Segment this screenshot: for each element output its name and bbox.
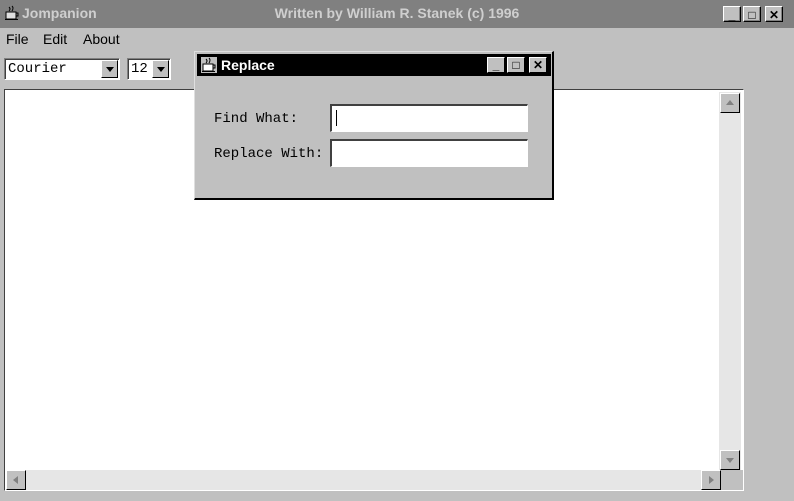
- dialog-maximize-button[interactable]: □: [507, 57, 525, 73]
- minimize-button[interactable]: _: [723, 6, 741, 22]
- dialog-titlebar[interactable]: Replace _ □ ✕: [197, 54, 551, 76]
- chevron-down-icon[interactable]: [101, 60, 118, 78]
- replace-dialog: Replace _ □ ✕ Find What: Replace With:: [194, 51, 554, 200]
- font-size-value: 12: [131, 61, 148, 77]
- scrollbar-corner: [721, 470, 743, 490]
- menu-bar: File Edit About: [0, 28, 794, 50]
- replace-with-input[interactable]: [330, 139, 528, 167]
- scroll-down-icon[interactable]: [720, 450, 740, 470]
- vertical-scrollbar[interactable]: [719, 92, 741, 470]
- text-caret: [336, 110, 337, 126]
- chevron-down-icon[interactable]: [152, 60, 169, 78]
- close-button[interactable]: ✕: [765, 6, 783, 22]
- font-family-value: Courier: [8, 61, 67, 77]
- scroll-up-icon[interactable]: [720, 93, 740, 113]
- find-what-input[interactable]: [330, 104, 528, 132]
- horizontal-scrollbar[interactable]: [6, 470, 721, 490]
- dialog-title: Replace: [221, 57, 275, 73]
- maximize-button[interactable]: □: [743, 6, 761, 22]
- find-what-label: Find What:: [214, 111, 299, 127]
- font-family-select[interactable]: Courier: [4, 58, 120, 80]
- menu-file[interactable]: File: [6, 31, 29, 47]
- dialog-minimize-button[interactable]: _: [487, 57, 505, 73]
- font-size-select[interactable]: 12: [127, 58, 171, 80]
- dialog-close-button[interactable]: ✕: [529, 57, 547, 73]
- replace-with-label: Replace With:: [214, 146, 324, 162]
- java-cup-icon: [201, 57, 217, 73]
- menu-edit[interactable]: Edit: [43, 31, 67, 47]
- scroll-left-icon[interactable]: [6, 470, 26, 490]
- window-title: Written by William R. Stanek (c) 1996: [274, 5, 520, 21]
- app-titlebar[interactable]: Jompanion Written by William R. Stanek (…: [0, 0, 794, 28]
- scroll-right-icon[interactable]: [701, 470, 721, 490]
- menu-about[interactable]: About: [83, 31, 120, 47]
